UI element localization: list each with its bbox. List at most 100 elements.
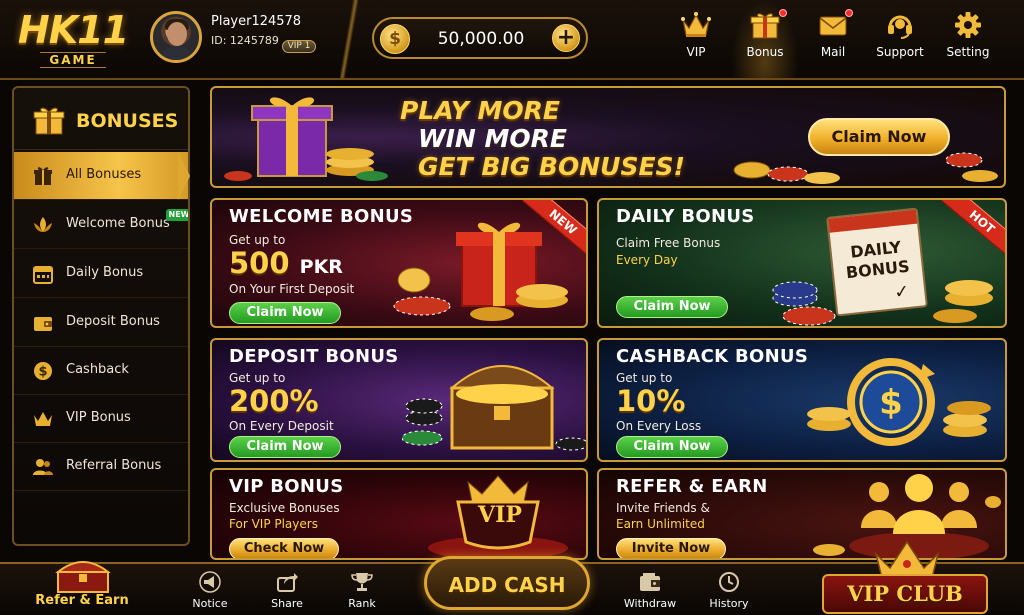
card-description: On Every Loss — [616, 419, 702, 433]
treasure-chest-art — [402, 365, 586, 451]
sidebar-header: BONUSES — [14, 88, 188, 150]
welcome-claim-button[interactable]: Claim Now — [229, 302, 341, 324]
card-amount: 500 PKR — [229, 246, 343, 280]
gift-icon — [750, 13, 780, 39]
gift-icon — [34, 167, 52, 185]
card-amount-unit: PKR — [299, 256, 343, 278]
sidebar-item-vip-bonus[interactable]: VIP Bonus — [14, 395, 188, 443]
mail-icon — [819, 16, 847, 36]
crown-icon — [34, 412, 52, 426]
sidebar-item-label: Daily Bonus — [66, 265, 144, 280]
bottom-history-label: History — [709, 597, 749, 610]
card-description: On Every Deposit — [229, 419, 334, 433]
active-item-indicator — [178, 152, 190, 200]
nav-mail-label: Mail — [820, 45, 846, 59]
deposit-bonus-card[interactable]: DEPOSIT BONUS Get up to 200% On Every De… — [210, 338, 588, 462]
cashback-claim-button[interactable]: Claim Now — [616, 436, 728, 458]
sidebar-item-cashback[interactable]: $ Cashback — [14, 347, 188, 395]
add-cash-button[interactable]: ADD CASH — [424, 556, 590, 610]
logo-text: HK11 — [17, 8, 129, 52]
bottom-withdraw[interactable]: Withdraw — [618, 564, 682, 615]
card-title: WELCOME BONUS — [229, 206, 414, 227]
sidebar-item-label: VIP Bonus — [66, 410, 131, 425]
invite-now-button[interactable]: Invite Now — [616, 538, 726, 558]
gear-icon — [955, 12, 981, 38]
card-title: REFER & EARN — [616, 476, 768, 497]
svg-text:$: $ — [38, 365, 47, 380]
sidebar-item-label: Welcome Bonus — [66, 216, 170, 231]
bottom-notice-label: Notice — [192, 597, 228, 610]
card-title: DEPOSIT BONUS — [229, 346, 399, 367]
card-highlight: Earn Unlimited — [616, 517, 705, 531]
hero-banner: PLAY MORE WIN MORE GET BIG BONUSES! Clai… — [210, 86, 1006, 188]
daily-bonus-card[interactable]: DAILY BONUS Claim Free Bonus Every Day C… — [597, 198, 1007, 328]
balance-value: 50,000.00 — [437, 29, 525, 49]
cashback-coin-art: $ — [807, 358, 991, 446]
bottom-rank[interactable]: Rank — [330, 564, 394, 615]
svg-text:$: $ — [879, 383, 903, 423]
welcome-bonus-card[interactable]: WELCOME BONUS Get up to 500 PKR On Your … — [210, 198, 588, 328]
nav-vip-label: VIP — [686, 45, 706, 59]
nav-mail[interactable]: Mail — [799, 0, 867, 78]
bottom-refer-earn[interactable]: Refer & Earn — [30, 556, 134, 615]
add-balance-button[interactable]: + — [552, 24, 580, 52]
nav-setting[interactable]: Setting — [934, 0, 1002, 78]
header-divider — [340, 0, 358, 78]
hero-line-3: GET BIG BONUSES! — [418, 152, 685, 181]
card-subtitle: Exclusive Bonuses — [229, 501, 340, 515]
sidebar-item-deposit-bonus[interactable]: Deposit Bonus — [14, 299, 188, 347]
daily-claim-button[interactable]: Claim Now — [616, 296, 728, 318]
card-subtitle: Invite Friends & — [616, 501, 710, 515]
balance-display: $ 50,000.00 + — [372, 17, 588, 59]
coin-pile-art — [733, 152, 998, 184]
users-icon — [33, 459, 53, 475]
sidebar-item-daily-bonus[interactable]: Daily Bonus — [14, 250, 188, 298]
game-logo[interactable]: HK11 GAME — [14, 8, 132, 70]
player-id: ID: 1245789 — [211, 34, 279, 47]
bonus-notification-dot — [779, 9, 787, 17]
nav-support[interactable]: Support — [866, 0, 934, 78]
nav-support-label: Support — [876, 45, 924, 59]
headset-icon — [888, 15, 912, 39]
vip-check-button[interactable]: Check Now — [229, 538, 339, 558]
card-subtitle: Get up to — [229, 371, 286, 385]
crown-icon — [681, 12, 711, 37]
nav-bonus-label: Bonus — [746, 45, 784, 59]
vip-club-button[interactable]: VIP CLUB — [812, 538, 998, 615]
bottom-history[interactable]: History — [697, 564, 761, 615]
add-cash-label: ADD CASH — [448, 573, 566, 597]
hero-line-2: WIN MORE — [418, 124, 567, 153]
nav-vip[interactable]: VIP — [662, 0, 730, 78]
calendar-icon — [33, 266, 53, 284]
bottom-notice[interactable]: Notice — [178, 564, 242, 615]
gift-icon — [33, 107, 65, 135]
card-title: CASHBACK BONUS — [616, 346, 809, 367]
deposit-claim-button[interactable]: Claim Now — [229, 436, 341, 458]
gift-box-art — [224, 97, 388, 181]
share-icon — [277, 573, 298, 592]
lotus-icon — [34, 217, 52, 232]
bottom-share[interactable]: Share — [255, 564, 319, 615]
card-subtitle: Claim Free Bonus — [616, 236, 721, 250]
trophy-icon — [351, 573, 373, 591]
megaphone-icon — [199, 571, 221, 593]
card-amount: 200% — [229, 384, 319, 418]
card-title: VIP BONUS — [229, 476, 344, 497]
sidebar-item-all-bonuses[interactable]: All Bonuses — [14, 152, 188, 200]
bottom-nav-bar: Refer & Earn Notice Share Rank ADD CASH — [0, 540, 1024, 615]
vip-bonus-card[interactable]: VIP BONUS Exclusive Bonuses For VIP Play… — [210, 468, 588, 560]
sidebar-item-label: All Bonuses — [66, 167, 142, 182]
sidebar-item-welcome-bonus[interactable]: Welcome Bonus NEW — [14, 201, 188, 249]
bottom-withdraw-label: Withdraw — [623, 597, 677, 610]
coin-icon: $ — [380, 24, 410, 54]
nav-bonus[interactable]: Bonus — [731, 0, 799, 78]
vip-level-badge: VIP 1 — [282, 40, 316, 53]
cashback-bonus-card[interactable]: CASHBACK BONUS Get up to 10% On Every Lo… — [597, 338, 1007, 462]
nav-setting-label: Setting — [946, 45, 990, 59]
avatar[interactable] — [150, 11, 202, 63]
vip-emblem-text: VIP — [478, 502, 522, 528]
wallet-icon — [640, 573, 660, 591]
hero-line-1: PLAY MORE — [400, 96, 560, 125]
sidebar-item-referral-bonus[interactable]: Referral Bonus — [14, 443, 188, 491]
new-badge: NEW — [166, 209, 188, 221]
